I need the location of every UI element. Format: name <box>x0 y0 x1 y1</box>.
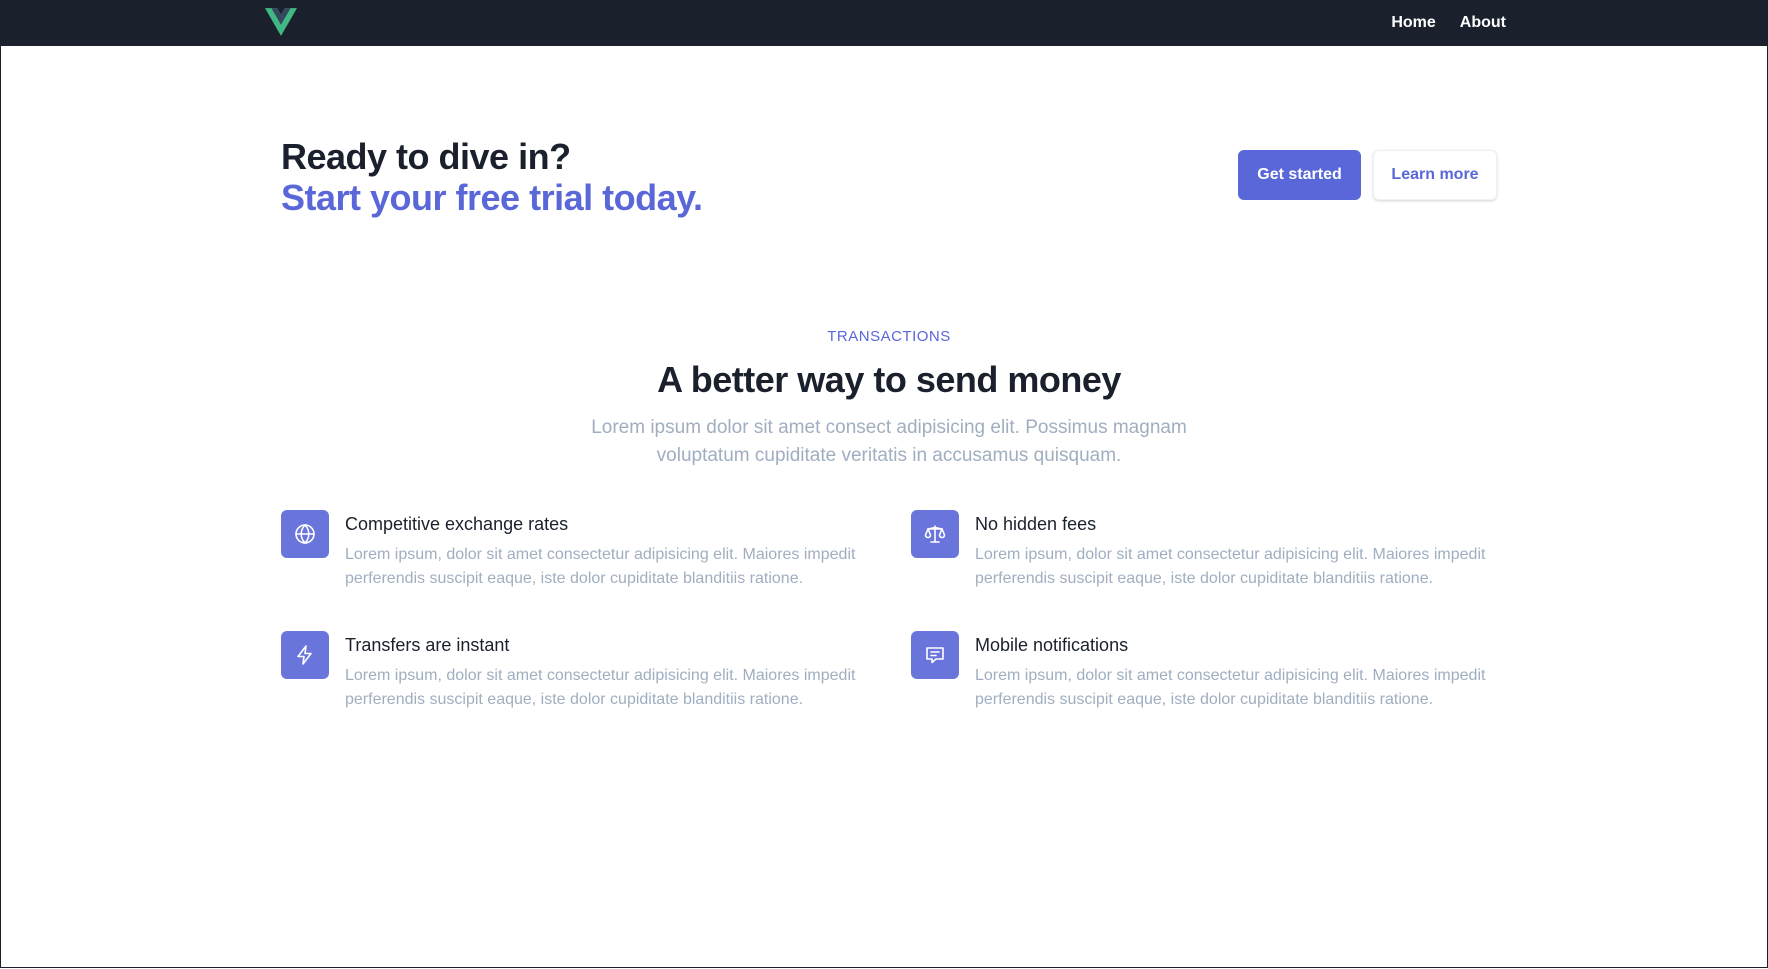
feature-title: Mobile notifications <box>975 635 1129 655</box>
chat-icon <box>911 631 959 679</box>
lightning-icon <box>281 631 329 679</box>
section-subtitle: Lorem ipsum dolor sit amet consect adipi… <box>591 417 1187 466</box>
section-title: A better way to send money <box>657 359 1121 400</box>
feature-description: Lorem ipsum, dolor sit amet consectetur … <box>975 546 1486 587</box>
vue-logo[interactable] <box>265 8 297 36</box>
feature-description: Lorem ipsum, dolor sit amet consectetur … <box>345 546 856 587</box>
feature-title: Competitive exchange rates <box>345 514 569 534</box>
feature-item: Transfers are instant Lorem ipsum, dolor… <box>281 631 867 712</box>
scale-icon <box>911 510 959 558</box>
cta-section: Ready to dive in? Start your free trial … <box>281 136 1497 226</box>
feature-item: No hidden fees Lorem ipsum, dolor sit am… <box>911 510 1497 591</box>
nav-links: Home About <box>1391 0 1506 46</box>
feature-body: Competitive exchange rates Lorem ipsum, … <box>345 510 865 591</box>
feature-grid: Competitive exchange rates Lorem ipsum, … <box>281 510 1497 712</box>
nav-about-link[interactable]: About <box>1460 14 1506 32</box>
feature-body: No hidden fees Lorem ipsum, dolor sit am… <box>975 510 1495 591</box>
feature-body: Transfers are instant Lorem ipsum, dolor… <box>345 631 865 712</box>
feature-item: Mobile notifications Lorem ipsum, dolor … <box>911 631 1497 712</box>
feature-description: Lorem ipsum, dolor sit amet consectetur … <box>345 667 856 708</box>
learn-more-button[interactable]: Learn more <box>1373 150 1497 200</box>
nav-home-link[interactable]: Home <box>1391 14 1435 32</box>
navbar: Home About <box>1 0 1767 46</box>
features-section: TRANSACTIONS A better way to send money … <box>281 328 1497 712</box>
feature-description: Lorem ipsum, dolor sit amet consectetur … <box>975 667 1486 708</box>
cta-title: Ready to dive in? <box>281 136 571 177</box>
get-started-button[interactable]: Get started <box>1238 150 1361 200</box>
page: Home About Ready to dive in? Start your … <box>0 0 1768 968</box>
cta-buttons: Get started Learn more <box>1238 150 1497 200</box>
feature-title: No hidden fees <box>975 514 1097 534</box>
section-eyebrow: TRANSACTIONS <box>827 328 951 345</box>
feature-body: Mobile notifications Lorem ipsum, dolor … <box>975 631 1495 712</box>
feature-item: Competitive exchange rates Lorem ipsum, … <box>281 510 867 591</box>
feature-title: Transfers are instant <box>345 635 510 655</box>
globe-icon <box>281 510 329 558</box>
